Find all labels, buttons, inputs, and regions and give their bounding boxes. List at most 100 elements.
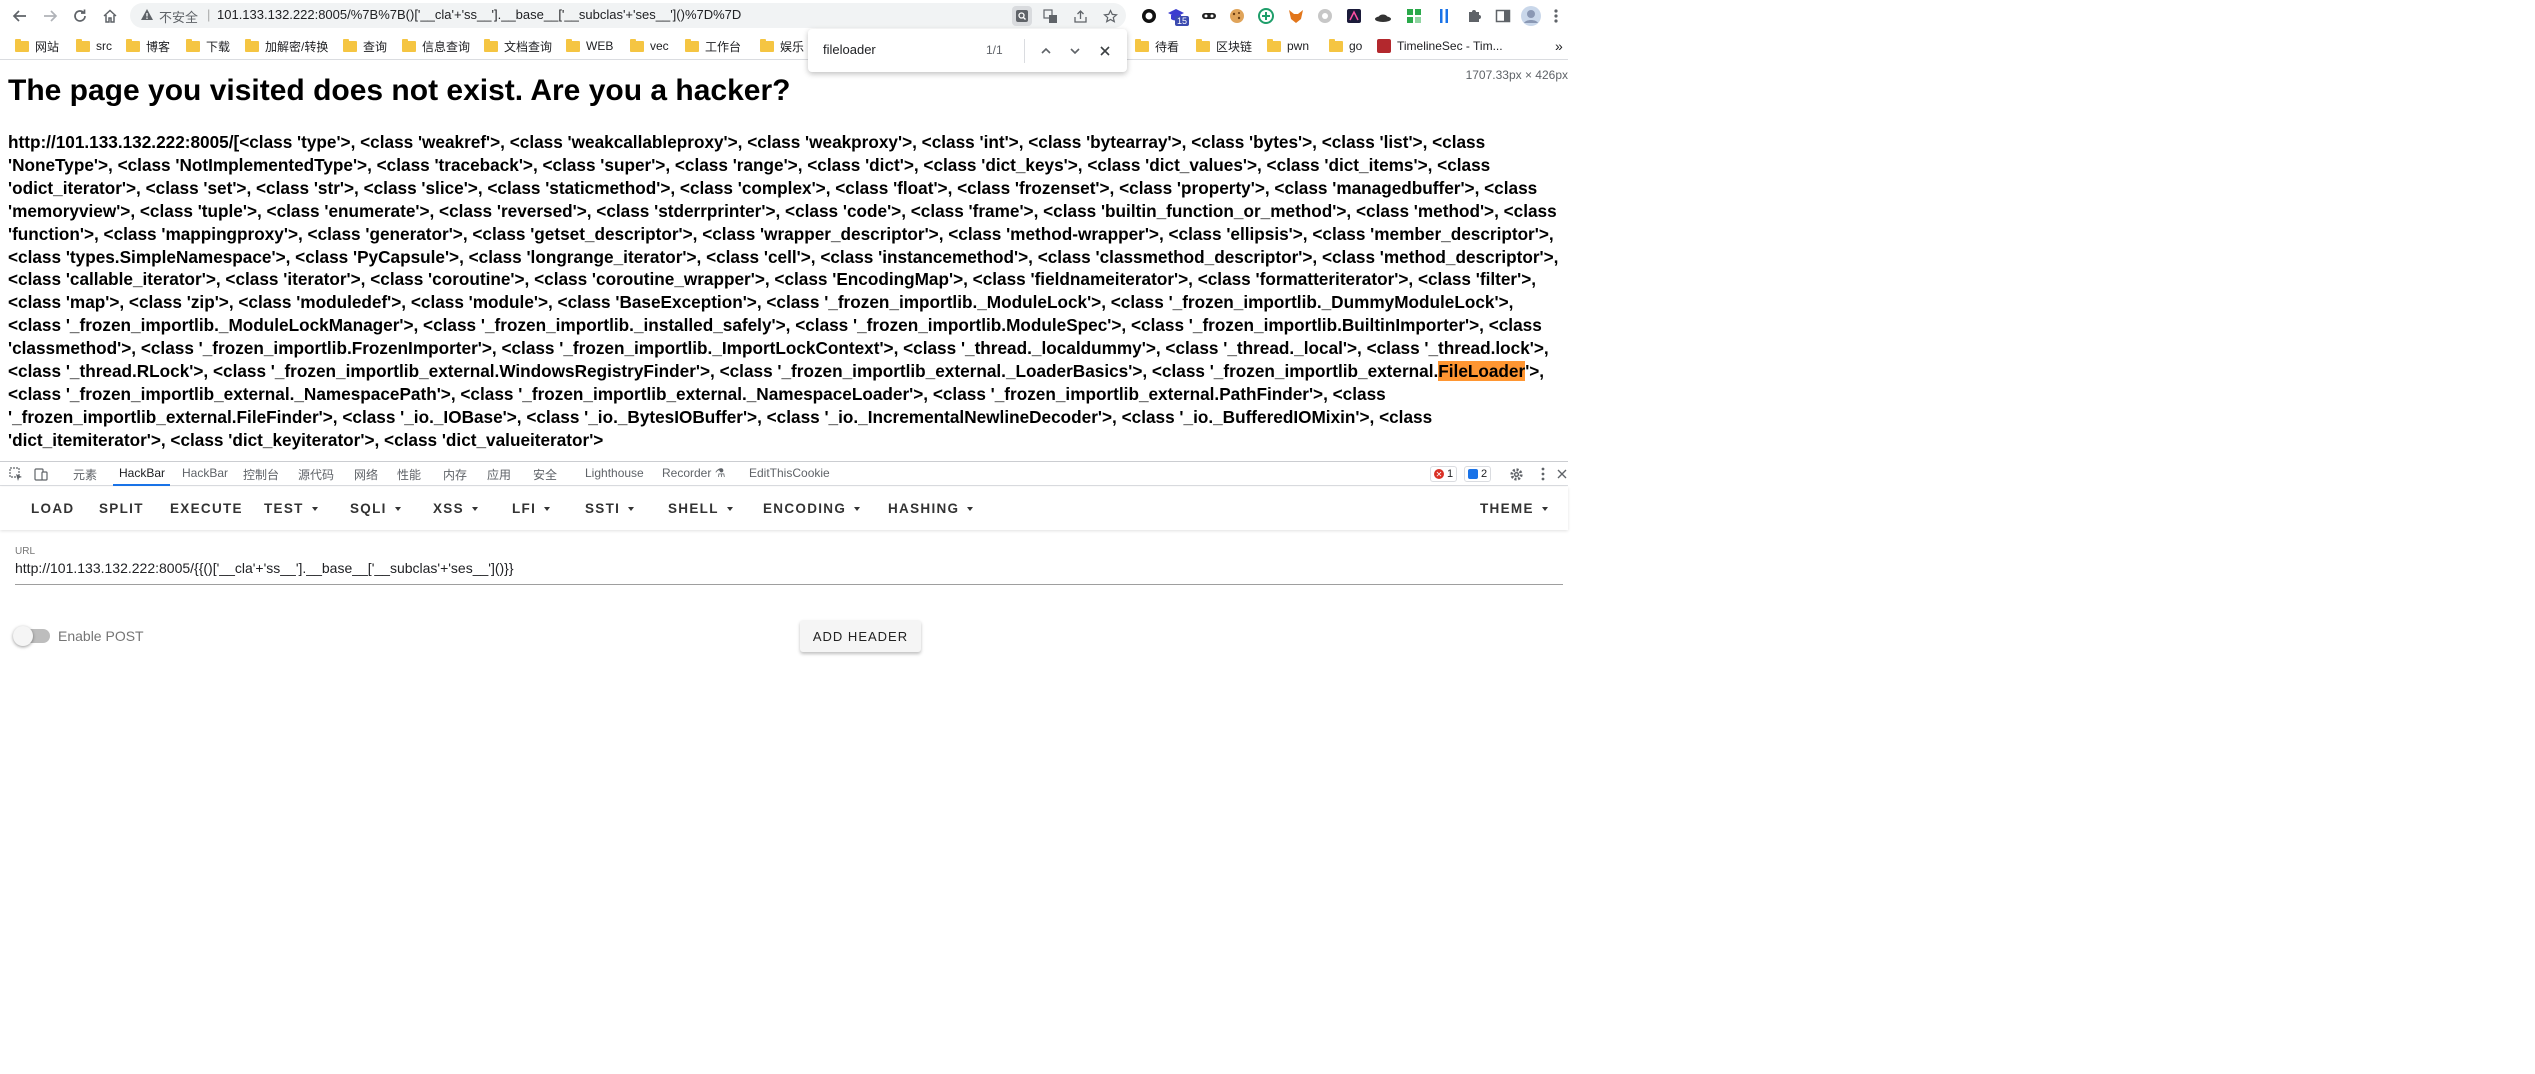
tab-sources[interactable]: 源代码 bbox=[298, 466, 334, 483]
bookmark-folder[interactable]: 信息查询 bbox=[402, 38, 470, 54]
output-text-before: http://101.133.132.222:8005/[<class 'typ… bbox=[8, 132, 1559, 382]
warning-icon[interactable] bbox=[140, 8, 154, 22]
folder-icon bbox=[1135, 38, 1149, 52]
devtools-menu-button[interactable] bbox=[1534, 465, 1552, 483]
bookmark-folder[interactable]: 查询 bbox=[343, 38, 387, 54]
execute-button[interactable]: EXECUTE bbox=[170, 501, 243, 516]
extension-green-icon[interactable] bbox=[1256, 6, 1276, 26]
folder-icon bbox=[1267, 38, 1281, 52]
forward-button[interactable] bbox=[38, 4, 62, 28]
tab-editthiscookie[interactable]: EditThisCookie bbox=[749, 466, 830, 480]
side-panel-button[interactable] bbox=[1493, 6, 1513, 26]
tab-elements[interactable]: 元素 bbox=[73, 466, 97, 483]
split-button[interactable]: SPLIT bbox=[99, 501, 144, 516]
find-previous-button[interactable] bbox=[1036, 41, 1056, 61]
tab-hackbar-2[interactable]: HackBar bbox=[182, 466, 228, 480]
xss-menu[interactable]: XSS bbox=[433, 501, 478, 516]
share-button[interactable] bbox=[1070, 6, 1090, 26]
devtools-close-button[interactable] bbox=[1553, 465, 1571, 483]
arrow-right-icon bbox=[44, 10, 58, 22]
profile-avatar[interactable] bbox=[1521, 6, 1541, 26]
folder-icon bbox=[126, 38, 140, 52]
encoding-menu[interactable]: ENCODING bbox=[763, 501, 861, 516]
find-bar: fileloader 1/1 bbox=[808, 29, 1127, 72]
bookmark-link[interactable]: TimelineSec - Tim... bbox=[1377, 38, 1503, 54]
add-header-button[interactable]: ADD HEADER bbox=[800, 620, 921, 652]
folder-icon bbox=[76, 38, 90, 52]
bookmark-star-button[interactable] bbox=[1100, 6, 1120, 26]
extension-fox-icon[interactable] bbox=[1286, 6, 1306, 26]
bookmark-folder[interactable]: 文档查询 bbox=[484, 38, 552, 54]
home-button[interactable] bbox=[98, 4, 122, 28]
tab-security[interactable]: 安全 bbox=[533, 466, 557, 483]
bookmark-folder[interactable]: 博客 bbox=[126, 38, 170, 54]
error-count-badge[interactable]: ✕ 1 bbox=[1430, 466, 1458, 482]
devtools-tab-bar: 元素 HackBar HackBar 控制台 源代码 网络 性能 内存 应用 安… bbox=[0, 462, 1568, 486]
extension-mask-icon[interactable] bbox=[1199, 6, 1219, 26]
find-in-page-button[interactable] bbox=[1012, 6, 1032, 26]
url-field[interactable]: http://101.133.132.222:8005/{{()['__cla'… bbox=[15, 560, 514, 576]
reload-button[interactable] bbox=[68, 4, 92, 28]
tab-performance[interactable]: 性能 bbox=[397, 466, 421, 483]
find-close-button[interactable] bbox=[1095, 41, 1115, 61]
bookmark-folder[interactable]: src bbox=[76, 38, 112, 54]
extension-grid-icon[interactable] bbox=[1404, 6, 1424, 26]
extension-bars-icon[interactable] bbox=[1434, 6, 1454, 26]
insecure-label[interactable]: 不安全 bbox=[159, 7, 198, 26]
extension-dark-icon[interactable] bbox=[1344, 6, 1364, 26]
bookmarks-overflow-button[interactable]: » bbox=[1555, 38, 1563, 54]
kebab-menu-icon bbox=[1541, 467, 1545, 481]
ssti-menu[interactable]: SSTI bbox=[585, 501, 635, 516]
tab-application[interactable]: 应用 bbox=[487, 466, 511, 483]
devtools-settings-button[interactable] bbox=[1507, 465, 1525, 483]
bookmark-folder[interactable]: pwn bbox=[1267, 38, 1309, 54]
toggle-knob bbox=[13, 626, 33, 646]
bookmark-folder[interactable]: 下载 bbox=[186, 38, 230, 54]
test-menu[interactable]: TEST bbox=[264, 501, 318, 516]
tab-hackbar[interactable]: HackBar bbox=[119, 466, 165, 480]
extensions-puzzle-button[interactable] bbox=[1464, 6, 1484, 26]
active-tab-indicator bbox=[113, 484, 170, 486]
address-bar[interactable]: 不安全 | 101.133.132.222:8005/%7B%7B()['__c… bbox=[130, 3, 1126, 28]
shell-menu[interactable]: SHELL bbox=[668, 501, 733, 516]
find-input[interactable]: fileloader bbox=[823, 42, 876, 57]
bookmark-folder[interactable]: vec bbox=[630, 38, 669, 54]
extension-cookie-icon[interactable] bbox=[1227, 6, 1247, 26]
caret-down-icon bbox=[544, 506, 551, 511]
tab-network[interactable]: 网络 bbox=[354, 466, 378, 483]
extension-circle-icon[interactable] bbox=[1139, 6, 1159, 26]
message-count-badge[interactable]: 2 bbox=[1464, 466, 1492, 482]
hashing-menu[interactable]: HASHING bbox=[888, 501, 974, 516]
enable-post-toggle[interactable] bbox=[13, 626, 50, 646]
bookmark-folder[interactable]: 娱乐 bbox=[760, 38, 804, 54]
tab-recorder[interactable]: Recorder ⚗ bbox=[662, 466, 725, 480]
find-next-button[interactable] bbox=[1065, 41, 1085, 61]
bookmark-folder[interactable]: 网站 bbox=[15, 38, 59, 54]
lfi-menu[interactable]: LFI bbox=[512, 501, 551, 516]
translate-button[interactable] bbox=[1040, 6, 1060, 26]
tab-memory[interactable]: 内存 bbox=[443, 466, 467, 483]
bookmark-folder[interactable]: 加解密/转换 bbox=[245, 38, 328, 54]
close-icon bbox=[1557, 469, 1567, 479]
bookmark-folder[interactable]: 区块链 bbox=[1196, 38, 1252, 54]
url-text[interactable]: 101.133.132.222:8005/%7B%7B()['__cla'+'s… bbox=[217, 7, 741, 22]
bookmark-folder[interactable]: 待看 bbox=[1135, 38, 1179, 54]
device-toolbar-button[interactable] bbox=[32, 465, 50, 483]
tab-console[interactable]: 控制台 bbox=[243, 466, 279, 483]
sqli-menu[interactable]: SQLI bbox=[350, 501, 401, 516]
extension-grey-icon[interactable] bbox=[1315, 6, 1335, 26]
folder-icon bbox=[484, 38, 498, 52]
inspect-element-button[interactable] bbox=[7, 465, 25, 483]
bookmark-folder[interactable]: WEB bbox=[566, 38, 613, 54]
back-button[interactable] bbox=[8, 4, 32, 28]
chrome-menu-button[interactable] bbox=[1549, 6, 1563, 26]
bookmark-folder[interactable]: go bbox=[1329, 38, 1362, 54]
extension-graduation-icon[interactable]: 15 bbox=[1166, 6, 1190, 26]
tab-lighthouse[interactable]: Lighthouse bbox=[585, 466, 644, 480]
theme-menu[interactable]: THEME bbox=[1480, 501, 1548, 516]
extension-hat-icon[interactable] bbox=[1373, 6, 1393, 26]
caret-down-icon bbox=[967, 506, 974, 511]
bookmarks-bar: 网站 src 博客 下载 加解密/转换 查询 信息查询 文档查询 WEB vec… bbox=[0, 32, 1568, 60]
bookmark-folder[interactable]: 工作台 bbox=[685, 38, 741, 54]
load-button[interactable]: LOAD bbox=[31, 501, 74, 516]
